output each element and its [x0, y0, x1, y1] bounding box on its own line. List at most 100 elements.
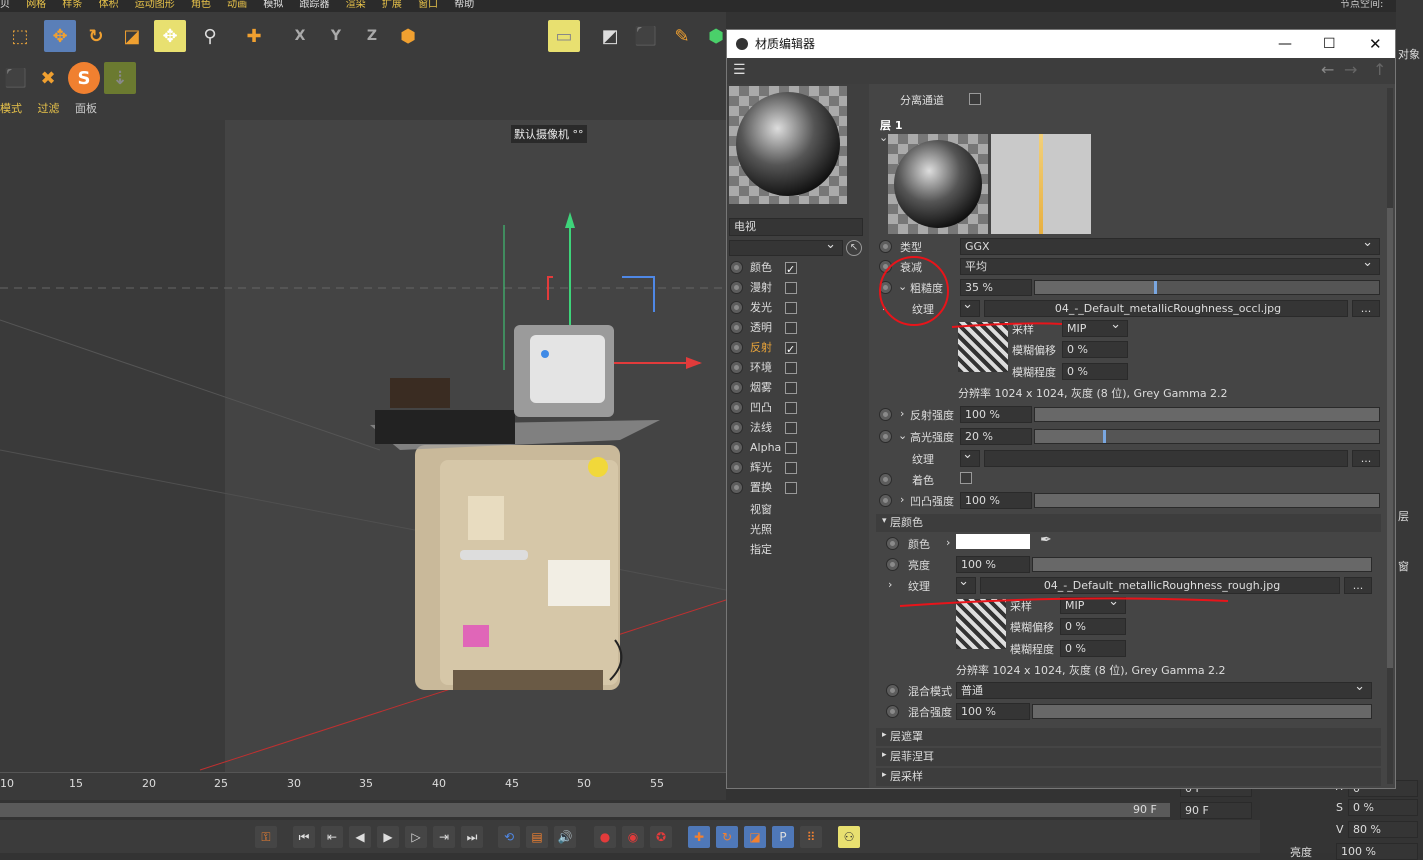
s-field[interactable]: 0 %	[1348, 799, 1418, 816]
timeline-icon[interactable]: ▤	[526, 826, 548, 848]
menu-item[interactable]: 跟踪器	[300, 0, 330, 10]
channel-transparency[interactable]: 透明	[727, 318, 867, 338]
v-field[interactable]: 80 %	[1348, 821, 1418, 838]
menu-item[interactable]: 扩展	[382, 0, 402, 10]
material-preview[interactable]	[729, 86, 847, 204]
channel-checkbox[interactable]	[785, 340, 797, 360]
menu-item[interactable]: 体积	[99, 0, 119, 10]
animate-icon[interactable]	[730, 481, 743, 494]
camera-label[interactable]: 默认摄像机 °°	[511, 125, 587, 143]
animate-icon[interactable]	[730, 261, 743, 274]
channel-glow[interactable]: 辉光	[727, 458, 867, 478]
channel-checkbox[interactable]	[785, 442, 797, 454]
menu-item[interactable]: 动画	[227, 0, 247, 10]
channel-illumination[interactable]: 光照	[750, 521, 772, 537]
rotation-key-icon[interactable]: ↻	[716, 826, 738, 848]
animate-icon[interactable]	[730, 361, 743, 374]
end-frame-field[interactable]: 90 F	[1180, 802, 1252, 819]
channel-displacement[interactable]: 置换	[727, 478, 867, 498]
param-key-icon[interactable]: P	[772, 826, 794, 848]
channel-diffusion[interactable]: 漫射	[727, 278, 867, 298]
coordinate-system-icon[interactable]: ⬢	[392, 20, 424, 52]
object-tool-icon[interactable]: ⚲	[194, 20, 226, 52]
next-frame-icon[interactable]: ▷	[405, 826, 427, 848]
menu-item[interactable]: 模拟	[263, 0, 283, 10]
sound-icon[interactable]: 🔊	[554, 826, 576, 848]
channel-normal[interactable]: 法线	[727, 418, 867, 438]
material-name-field[interactable]: 电视	[729, 218, 863, 236]
channel-viewport[interactable]: 视窗	[750, 501, 772, 517]
pen-icon[interactable]: ✎	[666, 20, 698, 52]
menu-item[interactable]: 样条	[62, 0, 82, 10]
render-view-icon[interactable]: ◩	[594, 20, 626, 52]
snap-icon[interactable]: S	[68, 62, 100, 94]
loop-icon[interactable]: ⟲	[498, 826, 520, 848]
viewport-menu-item[interactable]: 面板	[75, 102, 97, 115]
minimize-icon[interactable]: —	[1278, 30, 1292, 58]
move-tool-icon[interactable]: ✥	[44, 20, 76, 52]
title-bar[interactable]: 材质编辑器 — ☐ ✕	[727, 30, 1395, 58]
go-end-icon[interactable]: ⏭	[461, 826, 483, 848]
animate-icon[interactable]	[730, 441, 743, 454]
x-axis-lock-icon[interactable]: X	[284, 20, 316, 52]
y-axis-lock-icon[interactable]: Y	[320, 20, 352, 52]
material-type-dropdown[interactable]	[729, 240, 843, 256]
viewport-menu-item[interactable]: 模式	[0, 102, 22, 115]
channel-checkbox[interactable]	[785, 482, 797, 494]
3d-viewport[interactable]: 默认摄像机 °°	[0, 120, 726, 772]
menu-item[interactable]: 帮助	[454, 0, 474, 10]
channel-reflectance[interactable]: 反射	[727, 338, 867, 360]
position-key-icon[interactable]: ✚	[688, 826, 710, 848]
prev-key-icon[interactable]: ⇤	[321, 826, 343, 848]
channel-color[interactable]: 颜色	[727, 258, 867, 280]
channel-checkbox[interactable]	[785, 260, 797, 280]
animate-icon[interactable]	[730, 401, 743, 414]
points-icon[interactable]: ✖	[32, 62, 64, 94]
maximize-icon[interactable]: ☐	[1323, 30, 1336, 58]
polygon-icon[interactable]: ⬛	[0, 62, 32, 94]
play-icon[interactable]: ▶	[377, 826, 399, 848]
z-axis-lock-icon[interactable]: Z	[356, 20, 388, 52]
render-region-icon[interactable]: ▭	[548, 20, 580, 52]
channel-checkbox[interactable]	[785, 362, 797, 374]
key-icon[interactable]: ⚿	[255, 826, 277, 848]
go-start-icon[interactable]: ⏮	[293, 826, 315, 848]
menu-item[interactable]: 角色	[191, 0, 211, 10]
workplane-icon[interactable]: ⇣	[104, 62, 136, 94]
close-icon[interactable]: ✕	[1369, 30, 1382, 58]
record-icon[interactable]: ●	[594, 826, 616, 848]
animate-icon[interactable]	[730, 281, 743, 294]
menu-item[interactable]: 窗口	[418, 0, 438, 10]
animate-icon[interactable]	[730, 421, 743, 434]
viewport-menu-item[interactable]: 过滤	[38, 102, 60, 115]
prev-frame-icon[interactable]: ◀	[349, 826, 371, 848]
forward-arrow-icon[interactable]: →	[1344, 60, 1357, 79]
back-arrow-icon[interactable]: ←	[1321, 60, 1334, 79]
channel-checkbox[interactable]	[785, 302, 797, 314]
transform-tool-icon[interactable]: ✥	[154, 20, 186, 52]
hamburger-menu-icon[interactable]: ☰	[733, 62, 746, 78]
range-slider[interactable]	[0, 803, 1170, 817]
scale-key-icon[interactable]: ◪	[744, 826, 766, 848]
channel-checkbox[interactable]	[785, 402, 797, 414]
cube-icon[interactable]: ⬛	[630, 20, 662, 52]
brightness-field[interactable]: 100 %	[1336, 843, 1418, 860]
menu-item[interactable]: 运动图形	[135, 0, 175, 10]
scale-tool-icon[interactable]: ◪	[116, 20, 148, 52]
objects-tab[interactable]: 对象	[1398, 46, 1420, 62]
motion-system-icon[interactable]: ⚇	[838, 826, 860, 848]
timeline-ruler[interactable]: 10 15 20 25 30 35 40 45 50 55	[0, 772, 726, 800]
material-picker-icon[interactable]: ↖	[846, 240, 862, 256]
auto-key-icon[interactable]: ◉	[622, 826, 644, 848]
channel-environment[interactable]: 环境	[727, 358, 867, 378]
next-key-icon[interactable]: ⇥	[433, 826, 455, 848]
axis-tool-icon[interactable]: ✚	[238, 20, 270, 52]
menu-item[interactable]: 渲染	[346, 0, 366, 10]
animate-icon[interactable]	[730, 301, 743, 314]
select-tool-icon[interactable]: ⬚	[4, 20, 36, 52]
channel-checkbox[interactable]	[785, 382, 797, 394]
animate-icon[interactable]	[730, 321, 743, 334]
channel-bump[interactable]: 凹凸	[727, 398, 867, 418]
channel-checkbox[interactable]	[785, 322, 797, 334]
pla-key-icon[interactable]: ⠿	[800, 826, 822, 848]
